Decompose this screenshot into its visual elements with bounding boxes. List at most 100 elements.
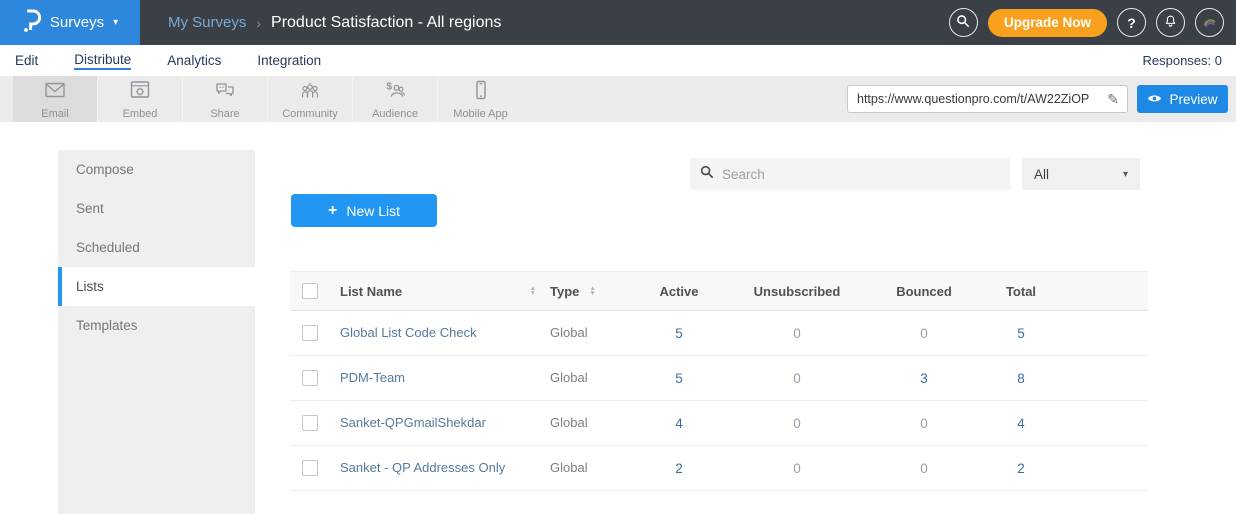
list-name-link[interactable]: Global List Code Check	[340, 325, 477, 340]
channel-tab-share[interactable]: Share	[183, 76, 268, 122]
sort-list-name-icon[interactable]: ▲▼	[530, 286, 536, 296]
cell-active[interactable]: 5	[635, 326, 723, 341]
embed-icon	[128, 79, 152, 106]
header-active: Active	[635, 284, 723, 299]
list-name-link[interactable]: Sanket-QPGmailShekdar	[340, 415, 486, 430]
survey-link-area: ✎ Preview	[847, 76, 1236, 122]
cell-unsubscribed: 0	[723, 416, 871, 431]
header-bounced: Bounced	[871, 284, 977, 299]
channel-tab-label: Email	[41, 108, 69, 120]
eye-icon	[1147, 92, 1162, 107]
table-row: PDM-Team Global 5 0 3 8	[290, 356, 1148, 401]
sidebar-item-lists[interactable]: Lists	[58, 267, 255, 306]
row-checkbox-cell	[290, 415, 340, 431]
breadcrumb-my-surveys[interactable]: My Surveys	[168, 14, 246, 31]
sidebar-item-templates[interactable]: Templates	[58, 306, 255, 345]
channel-tab-audience[interactable]: $ Audience	[353, 76, 438, 122]
row-checkbox-cell	[290, 460, 340, 476]
filter-selected-value: All	[1034, 167, 1049, 182]
help-button[interactable]: ?	[1117, 8, 1146, 37]
chevron-down-icon: ▾	[1123, 169, 1128, 180]
row-checkbox[interactable]	[302, 415, 318, 431]
select-all-checkbox[interactable]	[302, 283, 318, 299]
list-filter-dropdown[interactable]: All ▾	[1022, 158, 1140, 190]
cell-total[interactable]: 4	[977, 416, 1065, 431]
plus-icon: +	[328, 202, 337, 220]
tab-analytics[interactable]: Analytics	[167, 53, 221, 69]
channel-tab-community[interactable]: Community	[268, 76, 353, 122]
edit-url-button[interactable]: ✎	[1105, 91, 1121, 108]
global-search-button[interactable]	[949, 8, 978, 37]
preview-button[interactable]: Preview	[1137, 85, 1228, 113]
breadcrumb: My Surveys › Product Satisfaction - All …	[168, 14, 501, 32]
list-search-box	[690, 158, 1010, 190]
channel-tab-label: Audience	[372, 108, 418, 120]
sidebar-item-scheduled[interactable]: Scheduled	[58, 228, 255, 267]
search-icon	[700, 165, 714, 184]
audience-icon: $	[383, 79, 407, 106]
cell-total[interactable]: 8	[977, 371, 1065, 386]
table-row: Sanket-QPGmailShekdar Global 4 0 0 4	[290, 401, 1148, 446]
row-checkbox[interactable]	[302, 370, 318, 386]
channel-tab-mobile-app[interactable]: Mobile App	[438, 76, 523, 122]
sort-type-icon[interactable]: ▲▼	[589, 286, 595, 296]
community-icon	[298, 79, 322, 106]
list-type: Global	[550, 370, 588, 385]
table-header-row: List Name ▲▼ Type ▲▼ Active Unsubscribed…	[290, 271, 1148, 311]
new-list-button[interactable]: + New List	[291, 194, 437, 227]
preview-label: Preview	[1169, 92, 1217, 107]
list-type: Global	[550, 415, 588, 430]
tab-integration[interactable]: Integration	[257, 53, 321, 69]
cell-bounced[interactable]: 3	[871, 371, 977, 386]
row-checkbox-cell	[290, 325, 340, 341]
tab-edit[interactable]: Edit	[15, 53, 38, 69]
channel-tab-embed[interactable]: Embed	[98, 76, 183, 122]
cell-unsubscribed: 0	[723, 371, 871, 386]
cell-active[interactable]: 4	[635, 416, 723, 431]
cell-total[interactable]: 2	[977, 461, 1065, 476]
bell-icon	[1163, 14, 1178, 32]
survey-section-nav: Edit Distribute Analytics Integration Re…	[0, 45, 1236, 76]
account-avatar[interactable]	[1195, 8, 1224, 37]
cell-bounced: 0	[871, 416, 977, 431]
cell-unsubscribed: 0	[723, 461, 871, 476]
tab-distribute[interactable]: Distribute	[74, 52, 131, 70]
lists-table: List Name ▲▼ Type ▲▼ Active Unsubscribed…	[290, 271, 1148, 491]
cell-total[interactable]: 5	[977, 326, 1065, 341]
notifications-button[interactable]	[1156, 8, 1185, 37]
table-row: Sanket - QP Addresses Only Global 2 0 0 …	[290, 446, 1148, 491]
new-list-label: New List	[346, 203, 400, 219]
cell-unsubscribed: 0	[723, 326, 871, 341]
list-name-link[interactable]: Sanket - QP Addresses Only	[340, 460, 505, 475]
sidebar-item-compose[interactable]: Compose	[58, 150, 255, 189]
list-type: Global	[550, 460, 588, 475]
channel-tabs: Email Embed	[0, 76, 523, 122]
pencil-icon: ✎	[1107, 91, 1119, 107]
distribute-toolbar: Email Embed	[0, 76, 1236, 122]
cell-active[interactable]: 2	[635, 461, 723, 476]
surveys-menu-label: Surveys	[50, 14, 104, 31]
survey-url-input[interactable]	[857, 92, 1105, 106]
email-sidebar: Compose Sent Scheduled Lists Templates	[58, 150, 255, 514]
share-icon	[213, 79, 237, 106]
svg-text:$: $	[387, 81, 393, 92]
surveys-menu[interactable]: Surveys ▾	[0, 0, 140, 45]
breadcrumb-separator: ›	[256, 15, 261, 31]
channel-tab-label: Share	[210, 108, 239, 120]
row-checkbox[interactable]	[302, 460, 318, 476]
list-search-input[interactable]	[722, 167, 1000, 182]
row-checkbox-cell	[290, 370, 340, 386]
question-mark-icon: ?	[1127, 15, 1136, 31]
list-name-link[interactable]: PDM-Team	[340, 370, 405, 385]
sidebar-item-sent[interactable]: Sent	[58, 189, 255, 228]
upgrade-now-button[interactable]: Upgrade Now	[988, 9, 1107, 37]
cell-active[interactable]: 5	[635, 371, 723, 386]
header-list-name: List Name ▲▼	[340, 284, 550, 299]
channel-tab-email[interactable]: Email	[13, 76, 98, 122]
app-root: Surveys ▾ My Surveys › Product Satisfact…	[0, 0, 1236, 514]
email-icon	[43, 79, 67, 106]
list-table-body: Global List Code Check Global 5 0 0 5 PD…	[290, 311, 1148, 491]
responses-count: Responses: 0	[1143, 45, 1223, 76]
row-checkbox[interactable]	[302, 325, 318, 341]
cell-bounced: 0	[871, 326, 977, 341]
